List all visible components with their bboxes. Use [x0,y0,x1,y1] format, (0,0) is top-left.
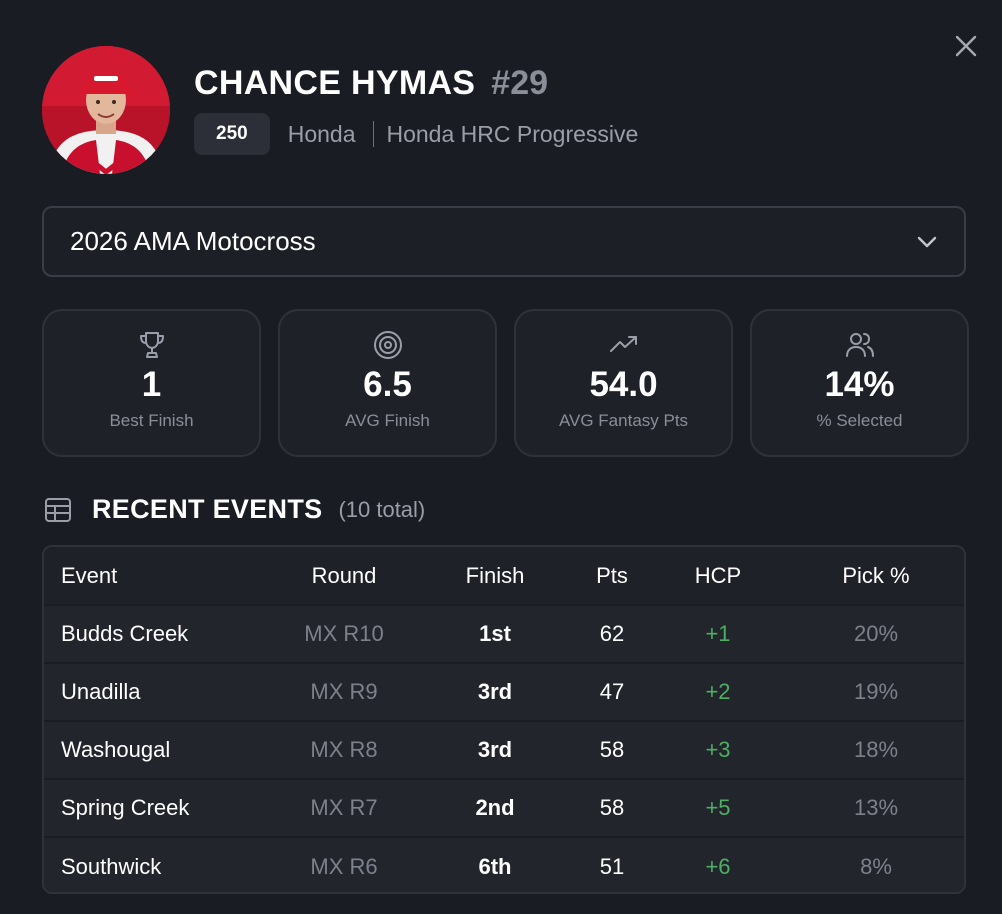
cell-hcp: +5 [705,795,731,820]
close-button[interactable] [950,30,982,62]
column-header-pts: Pts [596,562,628,588]
cell-finish: 1st [479,621,511,646]
cell-pick: 13% [853,795,899,820]
column-header-event: Event [61,562,118,588]
cell-pts: 58 [599,737,625,762]
table-icon [45,497,71,522]
table-row: Southwick MX R6 6th 51 +6 8% [44,837,964,892]
column-header-pick-pct: Pick % [842,562,910,588]
stat-card-percent-selected: 14% % Selected [750,309,969,457]
table-row: Washougal MX R8 3rd 58 +3 18% [44,721,964,779]
stat-label: Best Finish [109,411,194,430]
rider-name: CHANCE HYMAS [194,64,476,102]
cell-event: Unadilla [61,679,141,704]
recent-events-header: RECENT EVENTS (10 total) [44,494,425,525]
season-select-value: 2026 AMA Motocross [70,226,316,256]
trending-up-icon [609,336,637,352]
cell-finish: 6th [478,853,512,879]
recent-events-count: (10 total) [338,496,426,522]
cell-event: Spring Creek [61,795,190,820]
table-row: Unadilla MX R9 3rd 47 +2 19% [44,663,964,721]
table-row: Budds Creek MX R10 1st 62 +1 20% [44,605,964,663]
users-icon [845,333,874,357]
cell-event: Southwick [61,853,162,879]
rider-team: Honda HRC Progressive [386,120,639,147]
stat-label: AVG Finish [345,411,430,430]
column-header-finish: Finish [465,562,525,588]
stat-card-avg-fantasy-pts: 54.0 AVG Fantasy Pts [514,309,733,457]
table-row: Spring Creek MX R7 2nd 58 +5 13% [44,779,964,837]
season-select[interactable]: 2026 AMA Motocross [42,206,966,277]
rider-header: CHANCE HYMAS #29 250 Honda Honda HRC Pro… [42,46,638,174]
cell-event: Washougal [61,737,171,762]
cell-hcp: +3 [705,737,731,762]
stat-value: 6.5 [363,365,412,404]
cell-round: MX R8 [310,737,378,762]
cell-pick: 20% [853,621,899,646]
cell-pick: 8% [860,853,892,879]
stats-row: 1 Best Finish 6.5 AVG Finish 54.0 AVG Fa… [42,309,969,457]
divider [373,121,375,147]
cell-pts: 47 [599,679,625,704]
stat-card-avg-finish: 6.5 AVG Finish [278,309,497,457]
target-icon [373,331,402,359]
rider-detail-modal: CHANCE HYMAS #29 250 Honda Honda HRC Pro… [0,0,1002,914]
column-header-round: Round [311,562,377,588]
stat-card-best-finish: 1 Best Finish [42,309,261,457]
rider-number: #29 [491,64,549,102]
recent-events-table: Event Round Finish Pts HCP Pick % Budds … [42,545,966,894]
cell-round: MX R9 [310,679,378,704]
stat-value: 54.0 [589,365,658,404]
cell-pick: 18% [853,737,899,762]
cell-hcp: +1 [705,621,731,646]
chevron-down-icon [917,236,937,247]
cell-pts: 51 [599,853,625,879]
cell-finish: 3rd [477,737,513,762]
close-icon [955,35,977,57]
cell-pts: 62 [599,621,625,646]
cell-round: MX R7 [310,795,378,820]
table-header-row: Event Round Finish Pts HCP Pick % [44,547,964,605]
rider-avatar [42,46,170,174]
column-header-hcp: HCP [694,562,742,588]
stat-label: % Selected [816,411,903,430]
trophy-icon [139,332,164,358]
cell-finish: 2nd [475,795,515,820]
cell-round: MX R6 [310,853,378,879]
cell-event: Budds Creek [61,621,189,646]
cell-round: MX R10 [304,621,384,646]
class-badge: 250 [194,113,270,155]
stat-value: 1 [141,365,162,404]
cell-hcp: +6 [705,853,731,879]
cell-hcp: +2 [705,679,731,704]
cell-pick: 19% [853,679,899,704]
stat-label: AVG Fantasy Pts [558,411,689,430]
cell-finish: 3rd [477,679,513,704]
stat-value: 14% [824,365,895,404]
recent-events-title: RECENT EVENTS [92,494,323,524]
cell-pts: 58 [599,795,625,820]
rider-manufacturer: Honda [287,120,356,147]
